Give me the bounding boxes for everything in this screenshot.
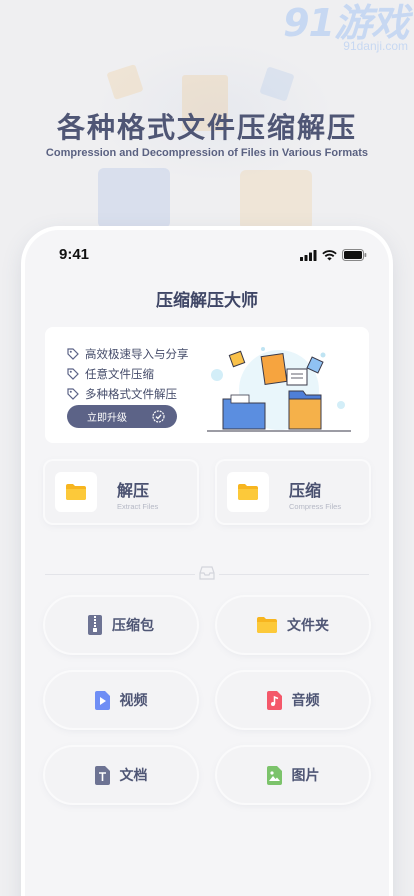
category-document-button[interactable]: 文档 — [45, 747, 197, 803]
app-title: 压缩解压大师 — [156, 291, 258, 311]
image-file-icon — [266, 765, 282, 785]
extract-files-card[interactable]: 解压 Extract Files — [45, 461, 197, 523]
card-subtitle: Compress Files — [289, 502, 342, 511]
category-image-button[interactable]: 图片 — [217, 747, 369, 803]
background-decoration — [240, 170, 312, 230]
category-folder-button[interactable]: 文件夹 — [217, 597, 369, 653]
card-subtitle: Extract Files — [117, 502, 159, 511]
watermark-logo: 91游戏 — [283, 1, 409, 45]
compress-files-card[interactable]: 压缩 Compress Files — [217, 461, 369, 523]
card-title: 压缩 — [289, 481, 322, 500]
card-title: 解压 — [117, 481, 150, 500]
category-video-button[interactable]: 视频 — [45, 672, 197, 728]
promo-headline: 各种格式文件压缩解压 — [56, 111, 357, 144]
battery-icon — [342, 249, 367, 261]
phone-frame: 9:41 压缩解压大师 高效极速导入与分享 任意文件压缩 多种格式文件解压 立即… — [25, 230, 389, 896]
category-label: 压缩包 — [112, 618, 154, 634]
section-divider — [219, 574, 369, 575]
zip-archive-icon — [88, 615, 102, 635]
category-label: 视频 — [119, 693, 148, 709]
video-file-icon — [94, 690, 110, 710]
inbox-icon — [199, 566, 215, 580]
card-icon-box — [227, 472, 269, 512]
upgrade-label: 立即升级 — [87, 413, 127, 424]
category-label: 文档 — [119, 768, 148, 784]
category-zip-button[interactable]: 压缩包 — [45, 597, 197, 653]
tag-icon — [67, 368, 79, 380]
feature-item: 任意文件压缩 — [67, 366, 154, 382]
site-watermark: 91游戏 91danji.com — [283, 1, 409, 52]
feature-item: 高效极速导入与分享 — [67, 346, 189, 362]
upgrade-button[interactable]: 立即升级 — [67, 405, 177, 428]
category-label: 文件夹 — [287, 618, 329, 634]
category-audio-button[interactable]: 音频 — [217, 672, 369, 728]
tag-icon — [67, 388, 79, 400]
folder-icon — [238, 484, 258, 500]
verified-badge-icon — [152, 410, 165, 423]
audio-file-icon — [266, 690, 282, 710]
card-icon-box — [55, 472, 97, 512]
status-bar: 9:41 — [25, 246, 389, 266]
file-transfer-illustration — [207, 347, 351, 432]
feature-text: 任意文件压缩 — [85, 367, 154, 381]
premium-banner[interactable]: 高效极速导入与分享 任意文件压缩 多种格式文件解压 立即升级 — [45, 327, 369, 443]
signal-icon — [300, 249, 317, 261]
feature-item: 多种格式文件解压 — [67, 386, 177, 402]
feature-text: 高效极速导入与分享 — [85, 347, 189, 361]
wifi-icon — [322, 249, 337, 260]
folder-icon — [257, 617, 277, 633]
folder-icon — [66, 484, 86, 500]
feature-text: 多种格式文件解压 — [85, 387, 177, 401]
section-divider — [45, 574, 195, 575]
promo-subheadline: Compression and Decompression of Files i… — [45, 147, 369, 159]
status-time: 9:41 — [59, 246, 90, 263]
category-label: 图片 — [291, 768, 320, 784]
tag-icon — [67, 348, 79, 360]
background-decoration — [98, 168, 170, 228]
category-label: 音频 — [291, 693, 320, 709]
text-document-icon — [94, 765, 110, 785]
